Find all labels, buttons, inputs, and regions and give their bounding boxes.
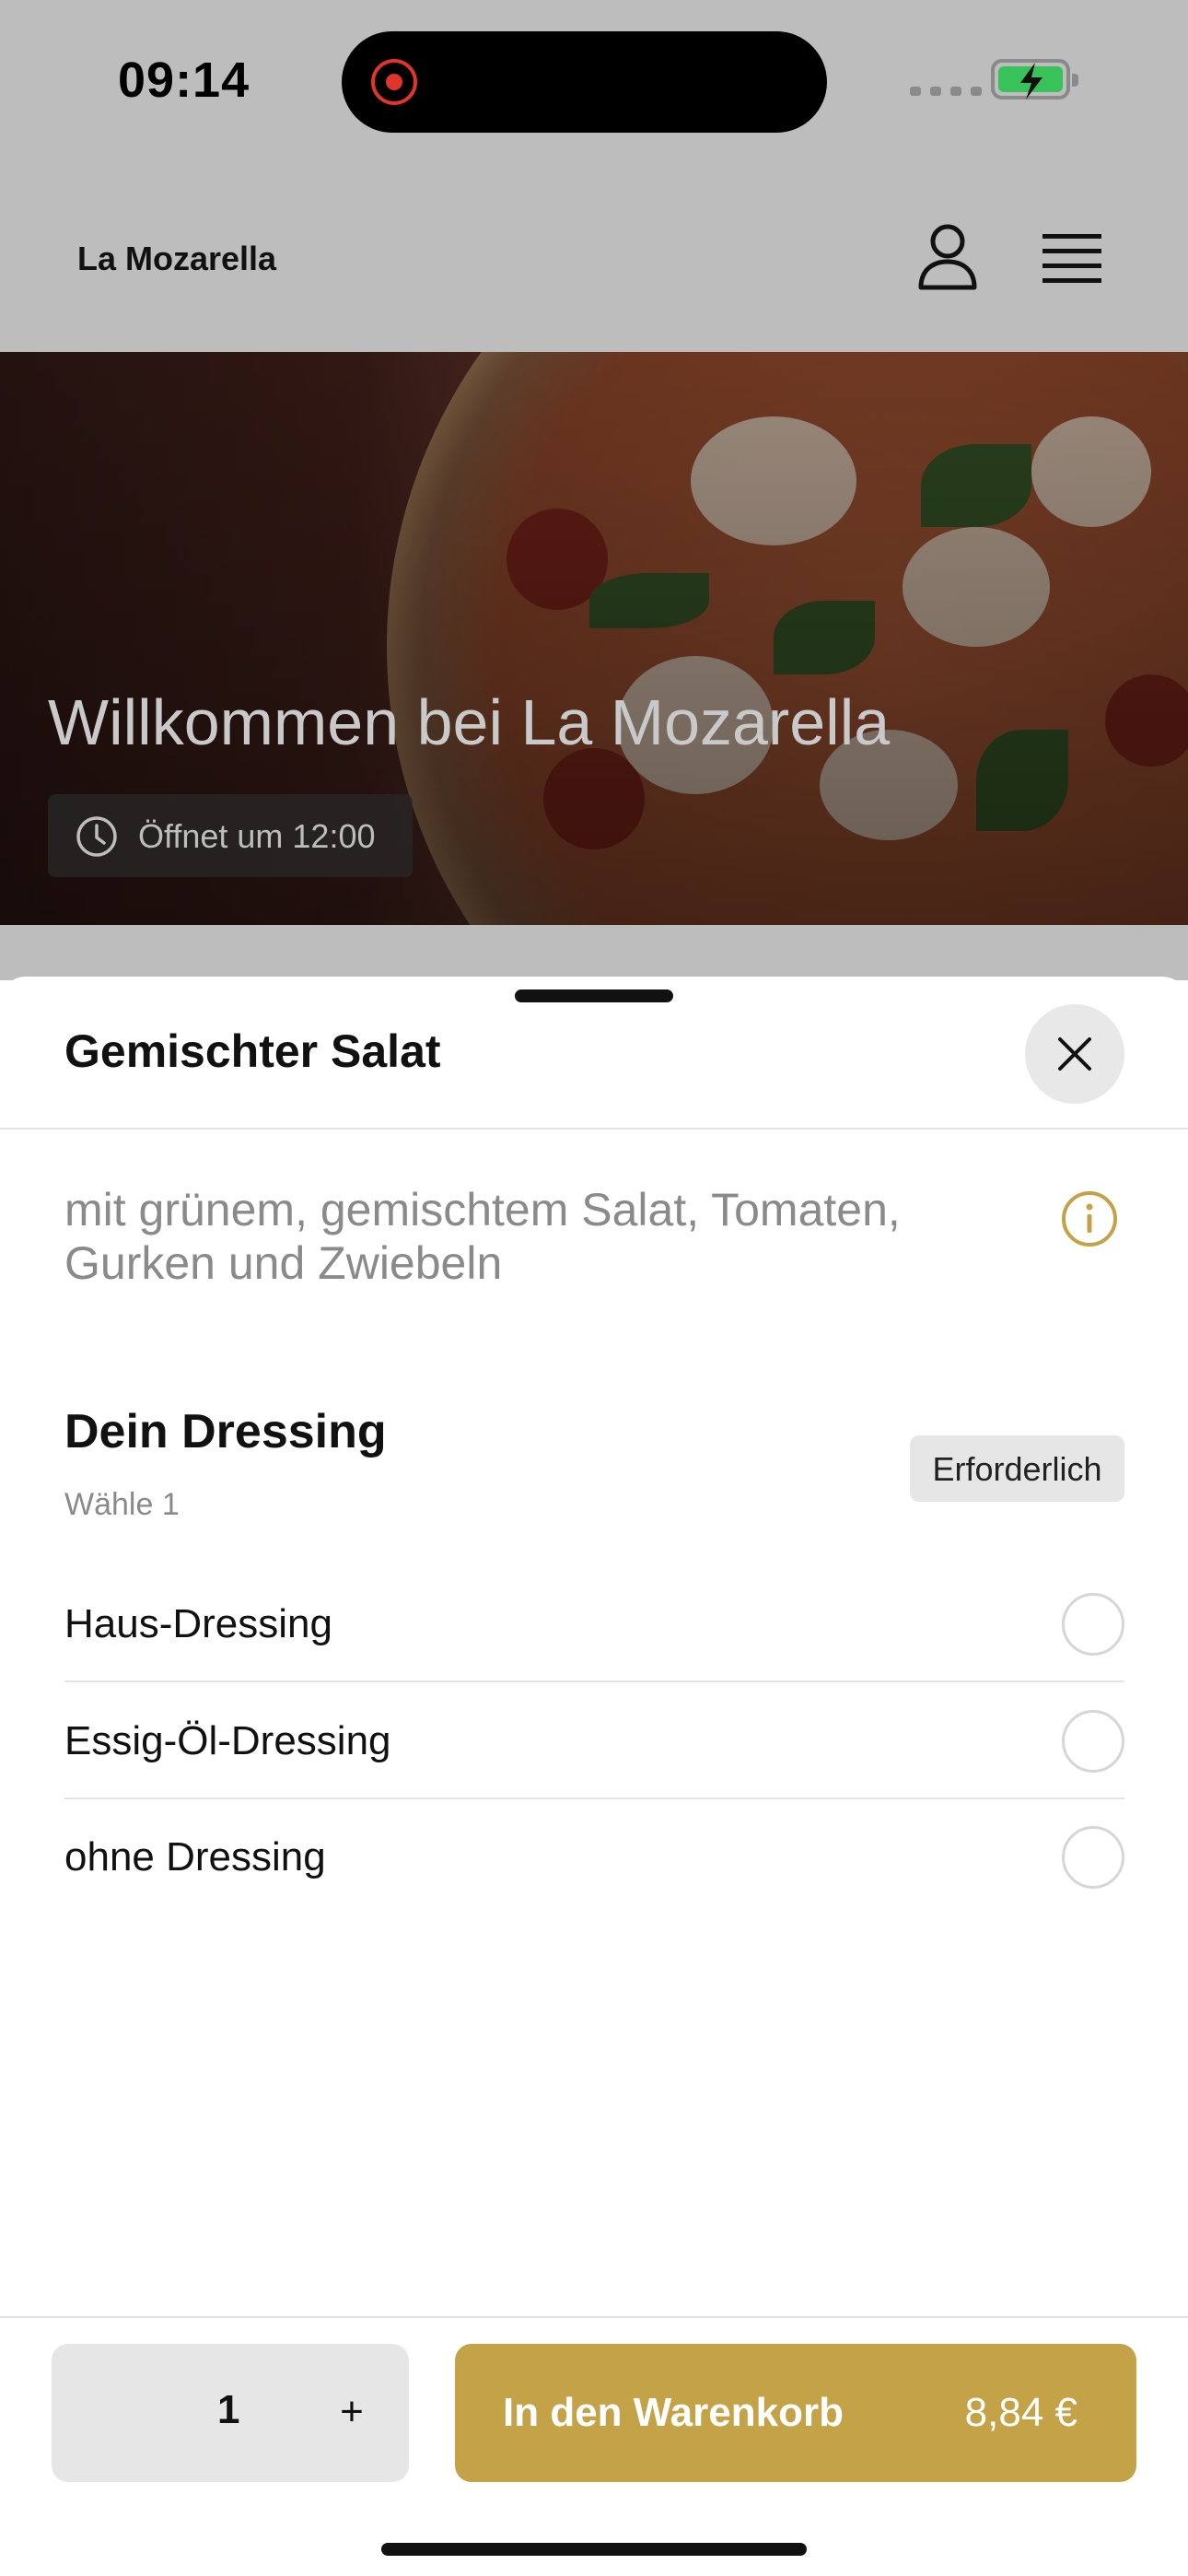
required-badge-label: Erforderlich: [932, 1450, 1102, 1488]
close-icon: [1058, 1037, 1091, 1071]
add-to-cart-label: In den Warenkorb: [503, 2390, 844, 2435]
menu-icon[interactable]: [1042, 232, 1101, 288]
status-bar: 09:14: [0, 0, 1188, 166]
option-group-subtitle: Wähle 1: [64, 1487, 180, 1522]
home-indicator[interactable]: [381, 2543, 807, 2556]
add-to-cart-button[interactable]: In den Warenkorb 8,84 €: [455, 2344, 1136, 2482]
brand-name[interactable]: La Mozarella: [77, 240, 276, 278]
hero-banner: Willkommen bei La Mozarella Öffnet um 12…: [0, 352, 1188, 925]
background-content: [0, 925, 1188, 980]
clock-icon: [76, 816, 117, 857]
option-ohne-dressing[interactable]: ohne Dressing: [64, 1799, 1124, 1915]
quantity-plus-button[interactable]: +: [324, 2384, 379, 2440]
option-label: Haus-Dressing: [64, 1601, 332, 1646]
radio-button[interactable]: [1062, 1826, 1124, 1889]
option-label: Essig-Öl-Dressing: [64, 1718, 391, 1763]
close-button[interactable]: [1025, 1004, 1124, 1104]
sheet-grabber[interactable]: [515, 989, 673, 1002]
cart-price: 8,84 €: [964, 2390, 1077, 2435]
record-icon: [371, 59, 417, 105]
hero-title: Willkommen bei La Mozarella: [48, 686, 891, 758]
product-description: mit grünem, gemischtem Salat, Tomaten, G…: [64, 1184, 901, 1289]
divider: [0, 2316, 1188, 2318]
opening-hours-chip: Öffnet um 12:00: [48, 794, 413, 877]
option-label: ohne Dressing: [64, 1834, 326, 1879]
option-essig-oel-dressing[interactable]: Essig-Öl-Dressing: [64, 1683, 1124, 1799]
product-sheet: Gemischter Salat mit grünem, gemischtem …: [0, 977, 1188, 2576]
battery-icon: [991, 59, 1078, 100]
signal-icon: [910, 87, 982, 96]
divider: [0, 1128, 1188, 1130]
radio-button[interactable]: [1062, 1710, 1124, 1773]
opening-hours-text: Öffnet um 12:00: [138, 817, 376, 855]
option-haus-dressing[interactable]: Haus-Dressing: [64, 1566, 1124, 1682]
divider: [64, 1680, 1124, 1682]
info-icon[interactable]: [1061, 1190, 1118, 1252]
product-title: Gemischter Salat: [64, 1025, 441, 1077]
user-icon[interactable]: [917, 223, 978, 296]
dynamic-island: [342, 31, 827, 133]
option-group-title: Dein Dressing: [64, 1405, 387, 1458]
quantity-stepper: 1 +: [52, 2344, 409, 2482]
radio-button[interactable]: [1062, 1593, 1124, 1656]
app-header: La Mozarella: [0, 166, 1188, 352]
required-badge: Erforderlich: [910, 1435, 1124, 1502]
quantity-value: 1: [217, 2387, 240, 2432]
status-time: 09:14: [118, 53, 250, 108]
